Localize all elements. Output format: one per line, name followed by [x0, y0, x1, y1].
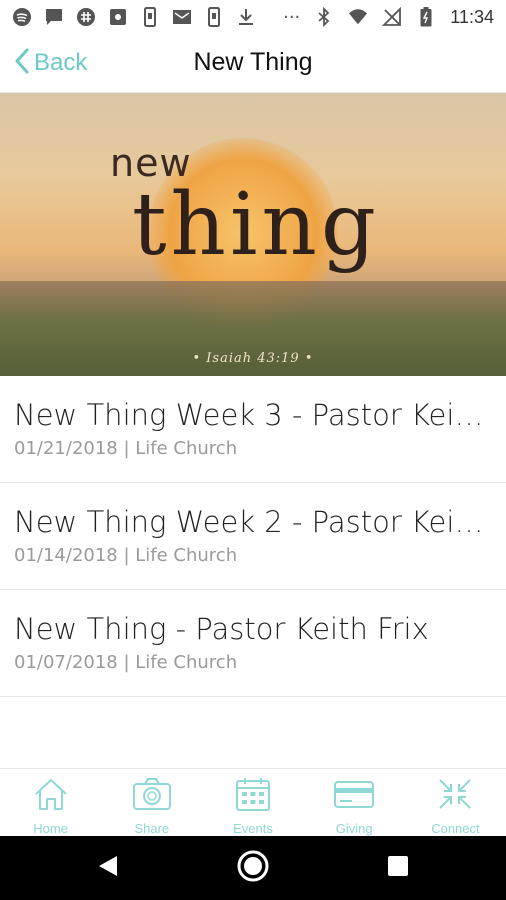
system-navigation-bar — [0, 836, 506, 900]
item-title: New Thing Week 3 - Pastor Keith Frix — [14, 398, 492, 432]
tab-giving[interactable]: Giving — [304, 769, 405, 837]
banner-word-thing: thing — [132, 175, 380, 275]
square-recents-icon — [387, 855, 409, 881]
tab-label: Home — [33, 821, 68, 836]
list-item[interactable]: New Thing - Pastor Keith Frix 01/07/2018… — [0, 590, 506, 697]
circle-home-icon — [235, 848, 271, 888]
sermon-list: New Thing Week 3 - Pastor Keith Frix 01/… — [0, 376, 506, 697]
no-signal-icon — [382, 7, 402, 27]
system-recents-button[interactable] — [380, 850, 416, 886]
tab-events[interactable]: Events — [202, 769, 303, 837]
tab-share[interactable]: Share — [101, 769, 202, 837]
download-icon — [236, 7, 256, 27]
list-item[interactable]: New Thing Week 3 - Pastor Keith Frix 01/… — [0, 376, 506, 483]
tab-label: Connect — [431, 821, 480, 836]
item-title: New Thing - Pastor Keith Frix — [14, 612, 429, 646]
system-status: ··· 11:34 — [283, 0, 494, 34]
tab-label: Share — [134, 821, 170, 836]
series-banner: new thing • Isaiah 43:19 • — [0, 93, 506, 376]
slack-icon — [76, 7, 96, 27]
mail-icon — [172, 7, 192, 27]
camera-icon — [132, 776, 172, 816]
banner-verse: • Isaiah 43:19 • — [192, 351, 314, 366]
tab-home[interactable]: Home — [0, 769, 101, 837]
bluetooth-icon — [314, 7, 334, 27]
item-subtitle: 01/07/2018 | Life Church — [14, 652, 238, 673]
wifi-icon — [348, 7, 368, 27]
credit-card-icon — [333, 776, 375, 816]
tab-connect[interactable]: Connect — [405, 769, 506, 837]
spotify-icon — [12, 7, 32, 27]
sim-icon — [204, 7, 224, 27]
item-subtitle: 01/21/2018 | Life Church — [14, 438, 238, 459]
sim-icon — [140, 7, 160, 27]
connect-arrows-icon — [436, 776, 474, 816]
overflow-indicator: ··· — [283, 6, 301, 28]
calendar-icon — [234, 776, 272, 816]
list-item[interactable]: New Thing Week 2 - Pastor Keith Frix 01/… — [0, 483, 506, 590]
nfc-icon — [108, 7, 128, 27]
status-bar: ··· 11:34 — [0, 0, 506, 34]
home-icon — [32, 776, 70, 816]
triangle-back-icon — [97, 854, 119, 882]
battery-icon — [416, 7, 436, 27]
message-icon — [44, 7, 64, 27]
item-title: New Thing Week 2 - Pastor Keith Frix — [14, 505, 492, 539]
tab-label: Giving — [335, 821, 373, 836]
tab-label: Events — [233, 821, 273, 836]
navigation-bar: Back New Thing — [0, 34, 506, 93]
item-subtitle: 01/14/2018 | Life Church — [14, 545, 238, 566]
system-back-button[interactable] — [90, 850, 126, 886]
clock: 11:34 — [450, 6, 494, 27]
notification-icons — [0, 7, 256, 27]
system-home-button[interactable] — [235, 850, 271, 886]
page-title: New Thing — [193, 48, 313, 76]
tab-bar: Home Share Events Giving Connect — [0, 768, 506, 837]
